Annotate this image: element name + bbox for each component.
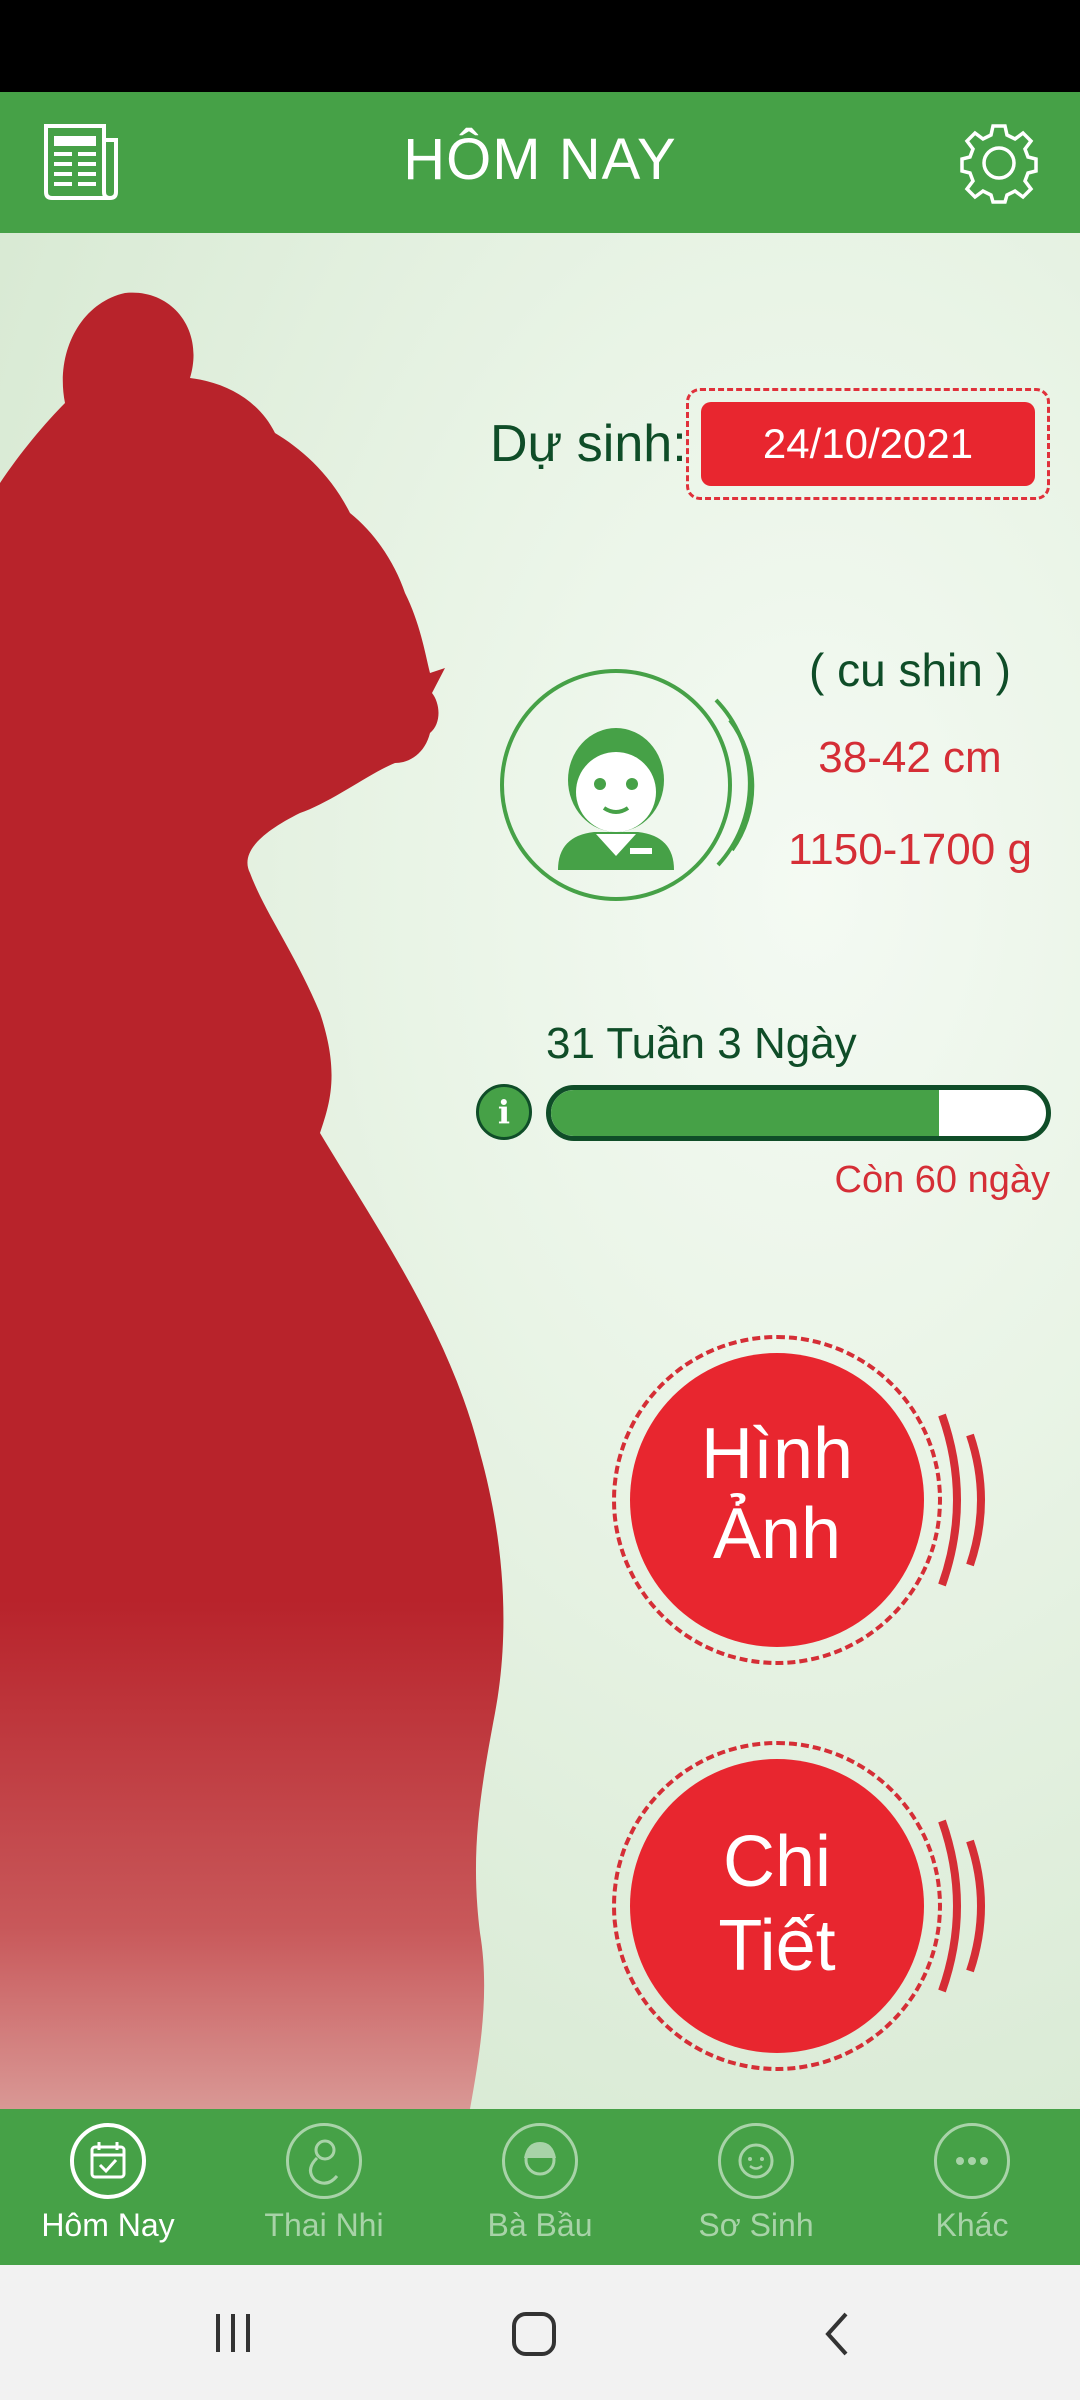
- details-button-label-line1: Chi: [722, 1822, 832, 1902]
- info-icon: i: [497, 1093, 511, 1131]
- sound-waves-icon: [938, 1413, 985, 1587]
- pregnancy-age-label: 31 Tuần 3 Ngày: [546, 1019, 857, 1068]
- baby-boy-icon: [500, 669, 755, 901]
- app-header: HÔM NAY: [0, 92, 1080, 233]
- system-nav-bar: [0, 2265, 1080, 2400]
- gear-icon: [960, 124, 1038, 204]
- images-button-label-line1: Hình: [700, 1414, 854, 1494]
- baby-weight: 1150-1700 g: [788, 825, 1032, 874]
- fetus-icon: [286, 2123, 362, 2199]
- info-button[interactable]: i: [476, 1084, 532, 1140]
- details-button[interactable]: Chi Tiết: [612, 1741, 985, 2071]
- today-content: Dự sinh: 24/10/2021 ( cu shin ) 38-42 cm…: [0, 233, 1080, 2109]
- baby-length: 38-42 cm: [818, 733, 1002, 782]
- pregnant-silhouette-image: [0, 292, 504, 2109]
- images-button[interactable]: Hình Ảnh: [612, 1335, 985, 1665]
- nav-item-newborn[interactable]: Sơ Sinh: [648, 2109, 864, 2265]
- images-button-label-line2: Ảnh: [712, 1494, 842, 1574]
- days-remaining: Còn 60 ngày: [834, 1159, 1051, 1201]
- due-date-field[interactable]: 24/10/2021: [686, 388, 1050, 500]
- nav-item-more[interactable]: Khác: [864, 2109, 1080, 2265]
- due-date-value: 24/10/2021: [701, 402, 1035, 486]
- recent-apps-button[interactable]: [210, 2310, 256, 2356]
- size-comparison-name: ( cu shin ): [809, 644, 1011, 696]
- nav-label-newborn: Sơ Sinh: [698, 2207, 814, 2243]
- status-bar: [0, 0, 1080, 92]
- nav-item-mother[interactable]: Bà Bầu: [432, 2109, 648, 2265]
- back-button[interactable]: [820, 2310, 856, 2360]
- home-button[interactable]: [510, 2310, 560, 2360]
- pregnancy-progress-fill: [551, 1090, 940, 1136]
- baby-face-icon: [718, 2123, 794, 2199]
- nav-label-more: Khác: [935, 2207, 1009, 2243]
- nav-item-today[interactable]: Hôm Nay: [0, 2109, 216, 2265]
- news-button[interactable]: [38, 120, 122, 202]
- calendar-check-icon: [70, 2123, 146, 2199]
- pregnancy-progress-bar: [546, 1085, 1051, 1141]
- nav-item-fetus[interactable]: Thai Nhi: [216, 2109, 432, 2265]
- due-date-label: Dự sinh:: [490, 415, 687, 473]
- nav-label-today: Hôm Nay: [41, 2207, 175, 2243]
- page-title: HÔM NAY: [403, 127, 677, 192]
- nav-label-mother: Bà Bầu: [487, 2207, 593, 2243]
- mother-icon: [502, 2123, 578, 2199]
- sound-waves-icon: [938, 1819, 985, 1993]
- newspaper-icon: [44, 124, 118, 200]
- details-button-label-line2: Tiết: [718, 1906, 836, 1986]
- baby-avatar[interactable]: [496, 660, 756, 910]
- settings-button[interactable]: [956, 120, 1042, 206]
- nav-label-fetus: Thai Nhi: [264, 2207, 384, 2243]
- bottom-nav: Hôm Nay Thai Nhi Bà Bầu Sơ Sinh Khác: [0, 2109, 1080, 2265]
- more-icon: [934, 2123, 1010, 2199]
